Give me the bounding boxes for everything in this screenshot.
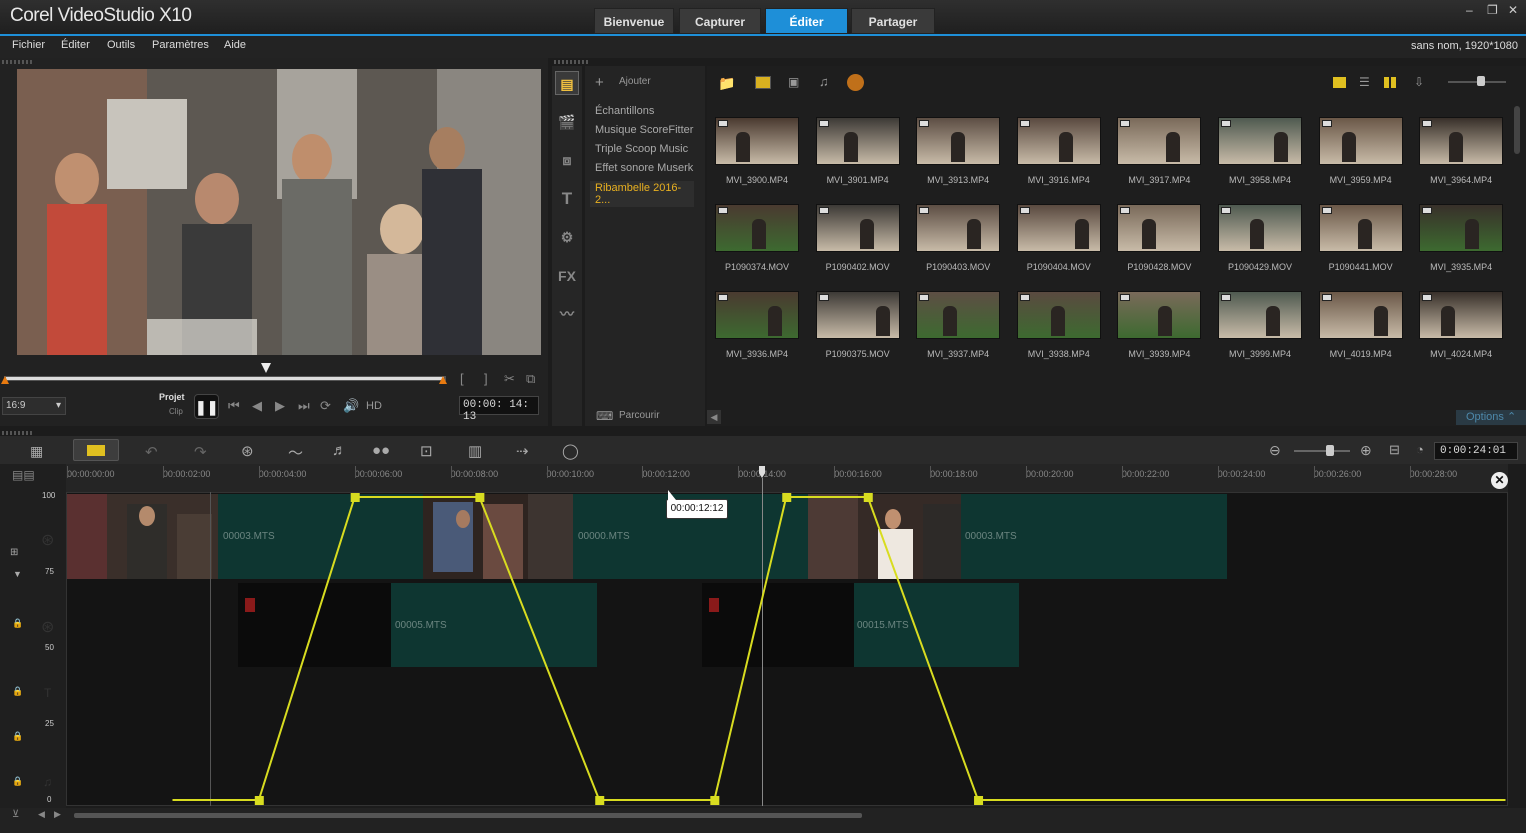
expand-icon[interactable]: ⊻ [12, 809, 19, 820]
scroll-left-icon[interactable]: ◀ [38, 809, 45, 820]
keyframe-point[interactable] [782, 493, 792, 502]
scroll-right-icon[interactable]: ▶ [54, 809, 61, 820]
opacity-keyframe-graph[interactable] [0, 0, 1526, 833]
timeline-scrollbar[interactable] [74, 813, 862, 818]
keyframe-point[interactable] [475, 493, 485, 502]
time-tooltip: 00:00:12:12 [666, 499, 728, 519]
keyframe-point[interactable] [974, 796, 984, 805]
timeline-scrollbar-area [0, 808, 1526, 833]
keyframe-point[interactable] [710, 796, 720, 805]
keyframe-point[interactable] [863, 493, 873, 502]
keyframe-point[interactable] [350, 493, 360, 502]
keyframe-point[interactable] [595, 796, 605, 805]
opacity-curve[interactable] [172, 496, 1506, 801]
keyframe-point[interactable] [254, 796, 264, 805]
